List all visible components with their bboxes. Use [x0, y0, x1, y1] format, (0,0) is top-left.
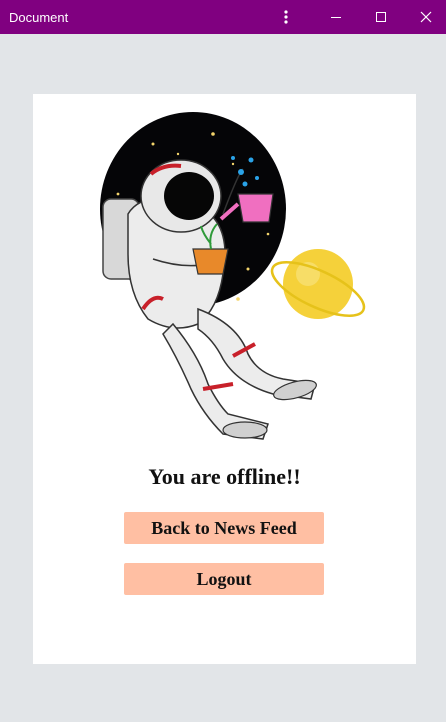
window-titlebar: Document — [0, 0, 446, 34]
maximize-icon — [376, 12, 386, 22]
offline-message: You are offline!! — [148, 464, 301, 489]
window-menu-button[interactable] — [264, 0, 308, 34]
window-title: Document — [9, 10, 69, 25]
minimize-icon — [331, 17, 341, 18]
window-close-button[interactable] — [404, 0, 446, 34]
window-minimize-button[interactable] — [314, 0, 358, 34]
close-icon — [420, 11, 432, 23]
more-vertical-icon — [284, 10, 288, 24]
offline-card: You are offline!! Back to News Feed Logo… — [33, 94, 416, 664]
logout-button[interactable]: Logout — [124, 563, 324, 595]
astronaut-illustration — [100, 112, 366, 440]
window-maximize-button[interactable] — [359, 0, 403, 34]
back-to-news-feed-button[interactable]: Back to News Feed — [124, 512, 324, 544]
